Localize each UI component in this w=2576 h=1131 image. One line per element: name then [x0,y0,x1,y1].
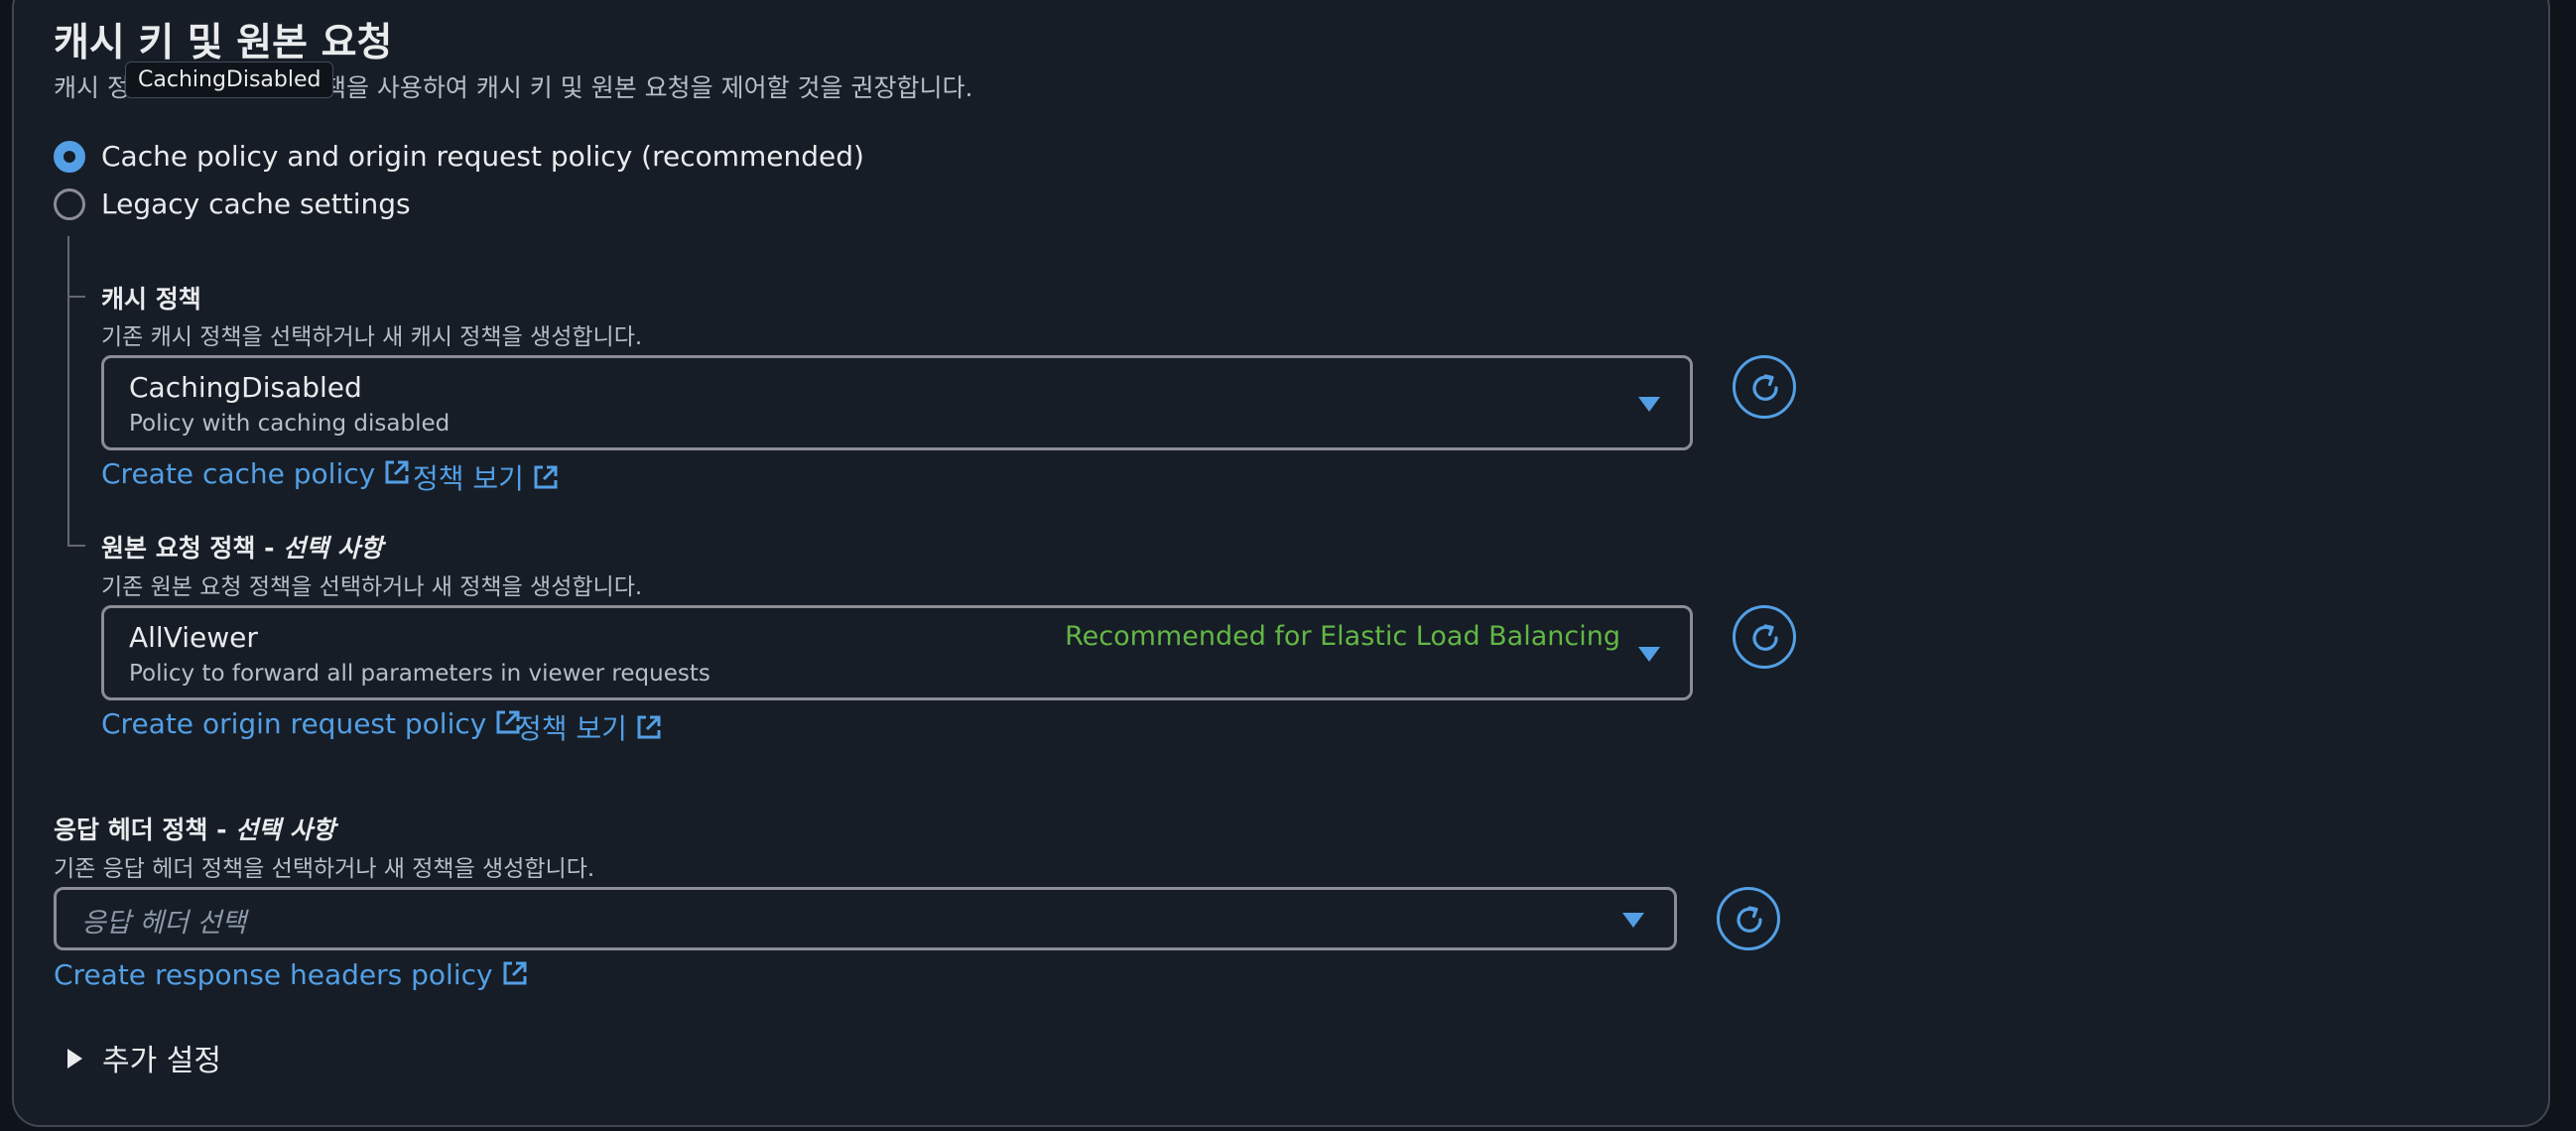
origin-request-policy-refresh-button[interactable] [1733,605,1796,669]
refresh-icon [1752,374,1778,401]
tooltip: CachingDisabled [125,62,334,98]
caret-down-icon [1622,913,1644,928]
additional-settings-expander[interactable]: 추가 설정 [67,1036,221,1079]
response-headers-policy-label: 응답 헤더 정책 - 선택 사항 [54,816,335,844]
response-headers-policy-refresh-button[interactable] [1717,887,1780,950]
origin-request-policy-description: 기존 원본 요청 정책을 선택하거나 새 정책을 생성합니다. [101,574,643,600]
radio-label-legacy-cache[interactable]: Legacy cache settings [101,188,411,220]
view-cache-policy-link[interactable]: 정책 보기 [413,457,560,497]
cache-policy-selected-description: Policy with caching disabled [129,411,451,437]
caret-down-icon [1638,647,1660,662]
radio-label-cache-policy[interactable]: Cache policy and origin request policy (… [101,140,864,173]
create-cache-policy-link[interactable]: Create cache policy [101,457,411,490]
origin-request-policy-selected-title: AllViewer [129,621,258,654]
cache-policy-description: 기존 캐시 정책을 선택하거나 새 캐시 정책을 생성합니다. [101,324,643,350]
cache-policy-refresh-button[interactable] [1733,355,1796,419]
origin-request-policy-select[interactable]: AllViewer Recommended for Elastic Load B… [101,605,1693,700]
refresh-icon [1752,624,1778,651]
create-origin-request-policy-link[interactable]: Create origin request policy [101,707,522,740]
cache-policy-selected-title: CachingDisabled [129,371,362,404]
response-headers-policy-description: 기존 응답 헤더 정책을 선택하거나 새 정책을 생성합니다. [54,856,595,882]
additional-settings-label: 추가 설정 [102,1044,221,1078]
recommended-tag: Recommended for Elastic Load Balancing [1065,621,1620,652]
radio-legacy-cache[interactable] [54,188,85,220]
external-link-icon [637,715,661,739]
external-link-icon [534,465,558,489]
external-link-icon [503,961,527,985]
caret-down-icon [1638,397,1660,412]
tree-line-branch [67,545,85,547]
view-origin-request-policy-link[interactable]: 정책 보기 [516,707,663,747]
external-link-icon [385,460,409,484]
create-response-headers-policy-link[interactable]: Create response headers policy [54,958,529,991]
origin-request-policy-label: 원본 요청 정책 - 선택 사항 [101,534,383,563]
caret-right-icon [67,1049,82,1068]
radio-cache-policy[interactable] [54,141,85,173]
cache-policy-select[interactable]: CachingDisabled Policy with caching disa… [101,355,1693,450]
tree-line-branch [67,296,85,298]
response-headers-placeholder: 응답 헤더 선택 [81,908,247,939]
response-headers-policy-select[interactable]: 응답 헤더 선택 [54,887,1677,950]
radio-selected-icon[interactable] [54,141,85,173]
cache-policy-label: 캐시 정책 [101,285,201,314]
tree-line-vertical [67,236,69,546]
refresh-icon [1737,906,1762,933]
origin-request-policy-selected-description: Policy to forward all parameters in view… [129,661,710,687]
radio-unselected-icon[interactable] [54,188,85,220]
section-title: 캐시 키 및 원본 요청 [54,21,393,65]
